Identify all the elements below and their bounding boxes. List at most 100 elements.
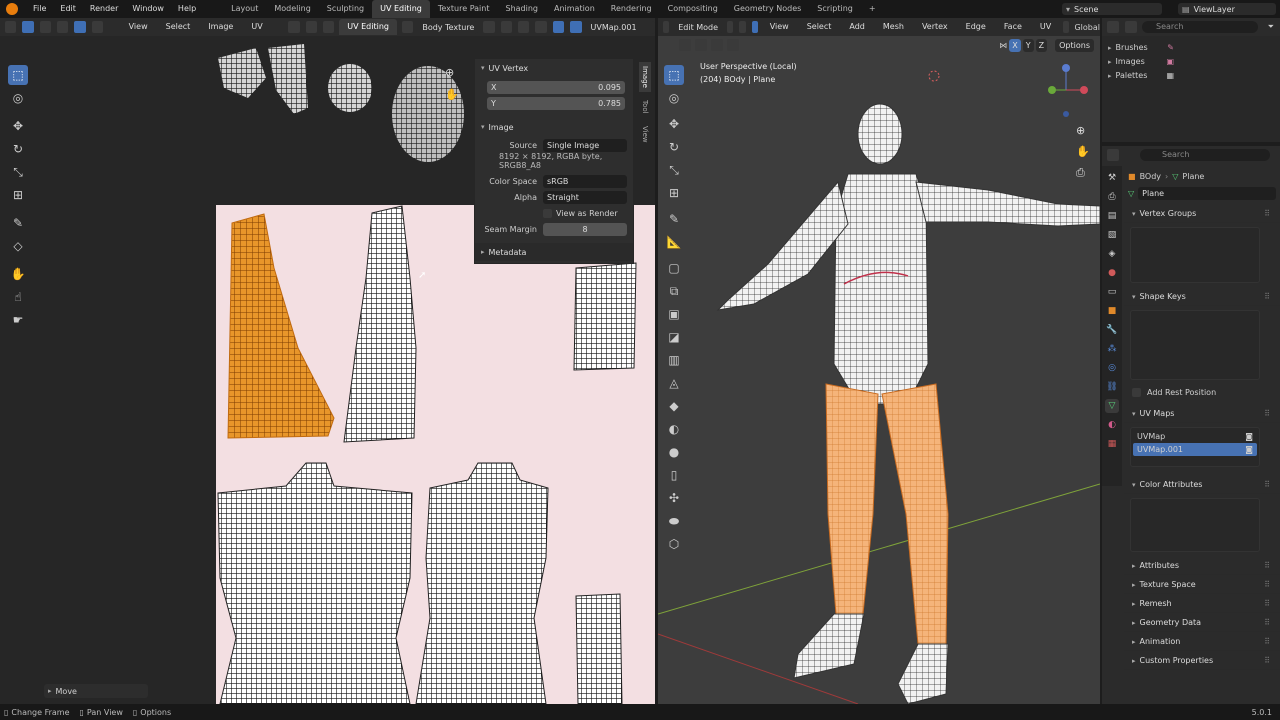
data-tab-icon[interactable]: ▽ bbox=[1105, 399, 1119, 413]
uv-y-field[interactable]: Y 0.785 bbox=[487, 96, 625, 110]
drag-handle-icon[interactable]: ⠿ bbox=[1264, 404, 1270, 422]
color-space-dropdown[interactable]: sRGB bbox=[543, 174, 627, 188]
zoom-gizmo-icon[interactable]: ⊕ bbox=[445, 66, 454, 79]
scene-tab-icon[interactable]: ◈ bbox=[1105, 247, 1119, 261]
menu-file[interactable]: File bbox=[26, 0, 53, 18]
cursor-tool-icon[interactable]: ◎ bbox=[8, 88, 28, 108]
sidebar-tab-tool[interactable]: Tool bbox=[639, 96, 651, 118]
source-dropdown[interactable]: Single Image bbox=[543, 138, 627, 152]
view-layer-selector[interactable]: ▤ ViewLayer bbox=[1178, 3, 1276, 15]
viewport-menu-face[interactable]: Face bbox=[997, 18, 1029, 36]
color-attributes-section[interactable]: ▾ Color Attributes ⠿ bbox=[1124, 475, 1280, 494]
viewport-menu-uv[interactable]: UV bbox=[1033, 18, 1058, 36]
drag-handle-icon[interactable]: ⠿ bbox=[1264, 613, 1270, 631]
mirror-x-toggle[interactable]: X bbox=[1009, 38, 1021, 52]
pan-gizmo-icon[interactable]: ✋ bbox=[445, 88, 459, 101]
edit-mode-dropdown[interactable]: Edit Mode bbox=[674, 20, 723, 34]
editor-type-icon[interactable] bbox=[663, 21, 670, 33]
properties-type-icon[interactable] bbox=[1107, 149, 1119, 161]
drag-handle-icon[interactable]: ⠿ bbox=[1264, 575, 1270, 593]
outliner-search-input[interactable]: Search bbox=[1142, 21, 1258, 33]
uv-menu-view[interactable]: View bbox=[122, 18, 155, 36]
scale-tool-icon[interactable]: ⤡ bbox=[8, 162, 28, 182]
uv-x-field[interactable]: X 0.095 bbox=[487, 80, 625, 94]
rotate-tool-icon[interactable]: ↻ bbox=[8, 139, 28, 159]
add-rest-position-checkbox[interactable] bbox=[1132, 387, 1141, 397]
shape-keys-section[interactable]: ▾ Shape Keys ⠿ bbox=[1124, 287, 1280, 306]
workspace-tab-sculpting[interactable]: Sculpting bbox=[319, 0, 372, 18]
object-tab-icon[interactable]: ■ bbox=[1105, 304, 1119, 318]
uv-menu-select[interactable]: Select bbox=[159, 18, 198, 36]
last-operator-panel[interactable]: ▸ Move bbox=[44, 684, 148, 698]
vertex-select-icon[interactable] bbox=[727, 21, 734, 33]
workspace-tab-animation[interactable]: Animation bbox=[546, 0, 603, 18]
viewport-menu-mesh[interactable]: Mesh bbox=[876, 18, 911, 36]
particles-tab-icon[interactable]: ⁂ bbox=[1105, 342, 1119, 356]
uv-map-item[interactable]: UVMap ◙ bbox=[1133, 430, 1257, 443]
camera-icon[interactable]: ◙ bbox=[1245, 432, 1253, 441]
modifier-tab-icon[interactable]: 🔧 bbox=[1105, 323, 1119, 337]
texture-space-section[interactable]: ▸ Texture Space ⠿ bbox=[1124, 575, 1280, 594]
shading-icon[interactable] bbox=[711, 39, 723, 51]
uv-face-mode-icon[interactable] bbox=[74, 21, 86, 33]
vertex-groups-list[interactable] bbox=[1130, 227, 1260, 283]
viewport-pan-icon[interactable]: ✋ bbox=[1076, 145, 1090, 158]
viewport-options-dropdown[interactable]: Options bbox=[1055, 38, 1094, 52]
workspace-tab-texture-paint[interactable]: Texture Paint bbox=[430, 0, 498, 18]
uv-island-mode-icon[interactable] bbox=[91, 21, 104, 33]
custom-properties-section[interactable]: ▸ Custom Properties ⠿ bbox=[1124, 651, 1280, 670]
overlay-icon[interactable] bbox=[679, 39, 691, 51]
orientation-dropdown[interactable]: Global bbox=[1074, 23, 1100, 32]
animation-section[interactable]: ▸ Animation ⠿ bbox=[1124, 632, 1280, 651]
remesh-section[interactable]: ▸ Remesh ⠿ bbox=[1124, 594, 1280, 613]
uv-vertex-section[interactable]: ▾ UV Vertex bbox=[475, 59, 633, 77]
outliner-item-images[interactable]: ▸ Images ▣ bbox=[1108, 54, 1274, 68]
3d-viewport[interactable]: Edit Mode View Select Add Mesh Vertex Ed… bbox=[658, 18, 1100, 704]
annotate-tool-icon[interactable]: ✎ bbox=[8, 213, 28, 233]
drag-handle-icon[interactable]: ⠿ bbox=[1264, 556, 1270, 574]
image-section[interactable]: ▾ Image bbox=[475, 117, 633, 137]
output-tab-icon[interactable]: ▤ bbox=[1105, 209, 1119, 223]
uv-vertex-mode-icon[interactable] bbox=[39, 21, 52, 33]
physics-tab-icon[interactable]: ◎ bbox=[1105, 361, 1119, 375]
xray-icon[interactable] bbox=[695, 39, 707, 51]
menu-window[interactable]: Window bbox=[125, 0, 171, 18]
uv-map-item-active[interactable]: UVMap.001 ◙ bbox=[1133, 443, 1257, 456]
geometry-data-section[interactable]: ▸ Geometry Data ⠿ bbox=[1124, 613, 1280, 632]
viewport-menu-select[interactable]: Select bbox=[800, 18, 839, 36]
uv-maps-section[interactable]: ▾ UV Maps ⠿ bbox=[1124, 404, 1280, 423]
menu-render[interactable]: Render bbox=[83, 0, 125, 18]
grab-tool-icon[interactable]: ✋ bbox=[8, 264, 28, 284]
workspace-tab-shading[interactable]: Shading bbox=[497, 0, 546, 18]
outliner-type-icon[interactable] bbox=[1107, 21, 1119, 33]
uv-select-mode-icon[interactable] bbox=[22, 21, 34, 33]
gizmo-z-axis-icon[interactable] bbox=[1062, 64, 1070, 72]
drag-handle-icon[interactable]: ⠿ bbox=[1264, 204, 1270, 222]
add-workspace-button[interactable]: + bbox=[861, 0, 884, 18]
orientation-icon[interactable] bbox=[1063, 21, 1070, 33]
viewport-menu-add[interactable]: Add bbox=[842, 18, 872, 36]
workspace-tab-uv-editing[interactable]: UV Editing bbox=[372, 0, 430, 18]
uv-edge-mode-icon[interactable] bbox=[57, 21, 69, 33]
navigation-gizmo[interactable] bbox=[1048, 62, 1096, 122]
view-as-render-checkbox[interactable] bbox=[543, 208, 552, 218]
constraints-tab-icon[interactable]: ⛓ bbox=[1105, 380, 1119, 394]
mesh-name-field[interactable]: Plane bbox=[1138, 186, 1276, 200]
tool-tab-icon[interactable]: ⚒ bbox=[1105, 171, 1119, 185]
viewport-menu-view[interactable]: View bbox=[763, 18, 796, 36]
vertex-groups-section[interactable]: ▾ Vertex Groups ⠿ bbox=[1124, 204, 1280, 223]
workspace-tab-geometry-nodes[interactable]: Geometry Nodes bbox=[726, 0, 809, 18]
drag-handle-icon[interactable]: ⠿ bbox=[1264, 632, 1270, 650]
texture-tab-icon[interactable]: ▦ bbox=[1105, 437, 1119, 451]
mirror-icon[interactable]: ⋈ bbox=[999, 41, 1007, 50]
view-layer-tab-icon[interactable]: ▧ bbox=[1105, 228, 1119, 242]
relax-tool-icon[interactable]: ☝ bbox=[8, 287, 28, 307]
outliner-item-brushes[interactable]: ▸ Brushes ✎ bbox=[1108, 40, 1274, 54]
edge-select-icon[interactable] bbox=[739, 21, 746, 33]
menu-help[interactable]: Help bbox=[171, 0, 203, 18]
seam-margin-field[interactable]: 8 bbox=[543, 222, 627, 236]
mirror-z-toggle[interactable]: Z bbox=[1035, 38, 1048, 52]
select-tool-icon[interactable]: ⬚ bbox=[8, 65, 28, 85]
world-tab-icon[interactable]: ● bbox=[1105, 266, 1119, 280]
transform-tool-icon[interactable]: ⊞ bbox=[8, 185, 28, 205]
